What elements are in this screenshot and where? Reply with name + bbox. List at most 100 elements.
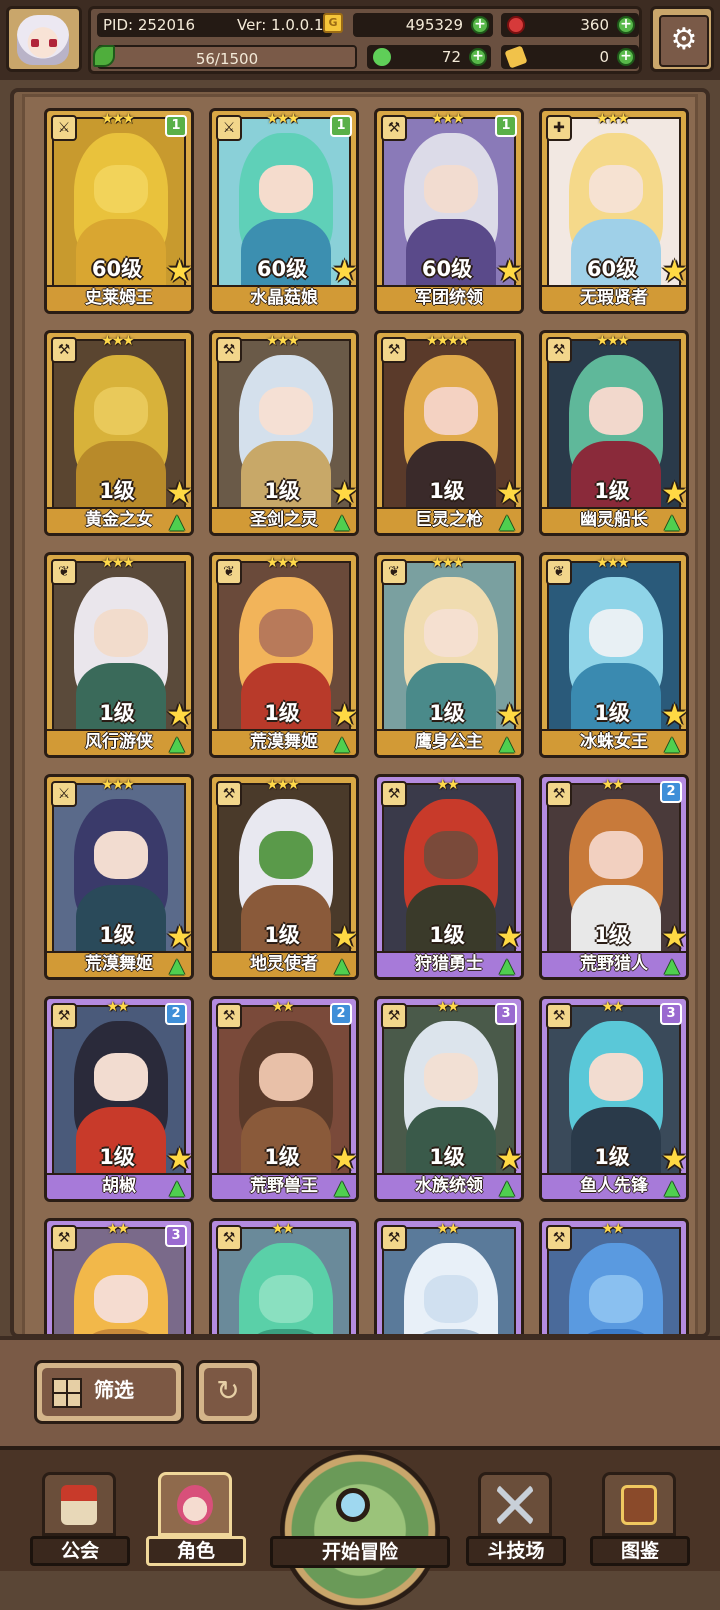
nav-characters[interactable]: 角色 [146,1472,246,1568]
rarity-stars: ★★ [436,1221,459,1237]
player-id: PID: 252016 [103,16,196,34]
character-card[interactable]: ⚒ ★★ [539,1218,689,1334]
leaf-class-icon: ❦ [51,559,77,585]
level-up-arrow-icon: ▲ [169,953,185,977]
rarity-stars: ★★★ [266,777,300,793]
add-ticket-button[interactable]: + [617,48,635,66]
awaken-count-badge: 3 [165,1225,187,1247]
settings-button[interactable]: ⚙ [650,6,714,72]
character-face-icon [177,1485,213,1525]
portrait-face [94,1053,148,1101]
gem-counter: 360 + [501,13,639,37]
character-card[interactable]: ⚒ ★★ 2 1级 胡椒 ★ ▲ [44,996,194,1202]
rarity-stars: ★★★ [101,111,135,127]
nav-arena[interactable]: 斗技场 [466,1472,566,1568]
star-upgrade-icon: ★ [661,476,688,511]
character-card[interactable]: ⚒ ★★★ 1级 黄金之女 ★ ▲ [44,330,194,536]
awaken-count-badge: 1 [165,115,187,137]
gear-icon: ⚙ [659,15,709,67]
ticket-icon [504,45,528,69]
character-card[interactable]: ⚔ ★★★ 1 60级 水晶菇娘 ★ [209,108,359,314]
clover-amount: 72 [441,48,461,66]
nav-codex[interactable]: 图鉴 [590,1472,690,1568]
character-card[interactable]: ⚒★★41级狩猎勇士★▲ [374,774,524,980]
rarity-stars: ★★★ [596,555,630,571]
gem-amount: 360 [580,16,609,34]
character-card[interactable]: ⚒ ★★★★ 1级 巨灵之枪 ★ ▲ [374,330,524,536]
nav-characters-label: 角色 [146,1536,246,1566]
character-card[interactable]: ⚒ ★★★ 1级 幽灵船长 ★ ▲ [539,330,689,536]
portrait-face [589,1053,643,1101]
guild-building-icon [61,1485,97,1525]
star-upgrade-icon: ★ [166,698,193,733]
portrait-face [424,1053,478,1101]
bottom-navigation: 公会 角色 开始冒险 斗技场 图鉴 [0,1446,720,1610]
nav-guild-label: 公会 [30,1536,130,1566]
character-card[interactable]: ⚔ ★★★ 1 60级 史莱姆王 ★ [44,108,194,314]
character-card[interactable]: ⚒ ★★★ 1 60级 军团统领 ★ [374,108,524,314]
character-card[interactable]: ❦ ★★★ 1级 鹰身公主 ★ ▲ [374,552,524,758]
world-map-globe-icon [280,1450,440,1610]
axe-class-icon: ⚒ [216,1225,242,1251]
rarity-stars: ★★★ [431,555,465,571]
nav-guild[interactable]: 公会 [30,1472,130,1568]
axe-class-icon: ⚒ [381,337,407,363]
star-upgrade-icon: ★ [496,254,523,289]
star-upgrade-icon: ★ [496,920,523,955]
character-card[interactable]: ⚒ ★★ 2 1级 荒野猎人 ★ ▲ [539,774,689,980]
avatar-face [17,15,69,65]
add-clover-button[interactable]: + [469,48,487,66]
start-adventure-label: 开始冒险 [270,1536,450,1568]
portrait-face [94,387,148,435]
portrait-face [259,831,313,879]
refresh-icon: ↻ [204,1368,252,1416]
filter-label: 筛选 [94,1378,134,1402]
character-card[interactable]: ⚒ ★★ [209,1218,359,1334]
portrait-face [589,831,643,879]
level-up-arrow-icon: ▲ [664,953,680,977]
rarity-stars: ★★★ [266,111,300,127]
refresh-button[interactable]: ↻ [196,1360,260,1424]
character-card[interactable]: ⚒ ★★ 3 1级 水族统领 ★ ▲ [374,996,524,1202]
character-grid-panel: ⚔ ★★★ 1 60级 史莱姆王 ★ ⚔ ★★★ 1 60级 水晶菇娘 ★ ⚒ ★★★ 1 60级 军团统领 ★ ✚… [10,88,710,1338]
star-upgrade-icon: ★ [331,254,358,289]
awaken-count-badge: 2 [330,1003,352,1025]
character-card[interactable]: ❦ ★★★ 1级 冰蛛女王 ★ ▲ [539,552,689,758]
character-card[interactable]: ⚒ ★★ [374,1218,524,1334]
rarity-stars: ★★★ [266,555,300,571]
level-up-arrow-icon: ▲ [499,1175,515,1199]
filter-button[interactable]: 筛选 [34,1360,184,1424]
character-card[interactable]: ⚒ ★★ 3 [44,1218,194,1334]
axe-class-icon: ⚒ [51,1003,77,1029]
character-card[interactable]: ⚔ ★★★ 1级 荒漠舞姬 ★ ▲ [44,774,194,980]
add-gem-button[interactable]: + [617,16,635,34]
level-up-arrow-icon: ▲ [334,731,350,755]
add-gold-button[interactable]: + [471,16,489,34]
gold-amount: 495329 [405,16,463,34]
leaf-class-icon: ❦ [381,559,407,585]
gold-counter: G 495329 + [323,13,493,37]
character-card[interactable]: ❦ ★★★ 1级 荒漠舞姬 ★ ▲ [209,552,359,758]
stamina-leaf-icon [93,45,115,67]
rarity-stars: ★★ [106,999,129,1015]
axe-class-icon: ⚒ [216,781,242,807]
character-card[interactable]: ⚒ ★★ 2 1级 荒野兽王 ★ ▲ [209,996,359,1202]
character-card[interactable]: ⚒ ★★★ 1级 圣剑之灵 ★ ▲ [209,330,359,536]
axe-class-icon: ⚒ [546,1225,572,1251]
rarity-stars: ★★ [601,1221,624,1237]
character-card[interactable]: ⚒ ★★ 3 1级 鱼人先锋 ★ ▲ [539,996,689,1202]
character-card[interactable]: ✚ ★★★ 60级 无瑕贤者 ★ [539,108,689,314]
character-grid[interactable]: ⚔ ★★★ 1 60级 史莱姆王 ★ ⚔ ★★★ 1 60级 水晶菇娘 ★ ⚒ ★★★ 1 60级 军团统领 ★ ✚… [22,94,698,1334]
pid-version-bar: PID: 252016 Ver: 1.0.0.1 [97,13,332,37]
rarity-stars: ★★ [271,1221,294,1237]
portrait-face [589,387,643,435]
player-avatar[interactable] [6,6,82,72]
star-upgrade-icon: ★ [166,254,193,289]
character-card[interactable]: ❦ ★★★ 1级 风行游侠 ★ ▲ [44,552,194,758]
start-adventure-button[interactable]: 开始冒险 [270,1450,450,1610]
character-card[interactable]: ⚒ ★★★ 1级 地灵使者 ★ ▲ [209,774,359,980]
level-up-arrow-icon: ▲ [169,731,185,755]
rarity-stars: ★★ [601,777,624,793]
star-upgrade-icon: ★ [661,920,688,955]
axe-class-icon: ⚒ [381,115,407,141]
